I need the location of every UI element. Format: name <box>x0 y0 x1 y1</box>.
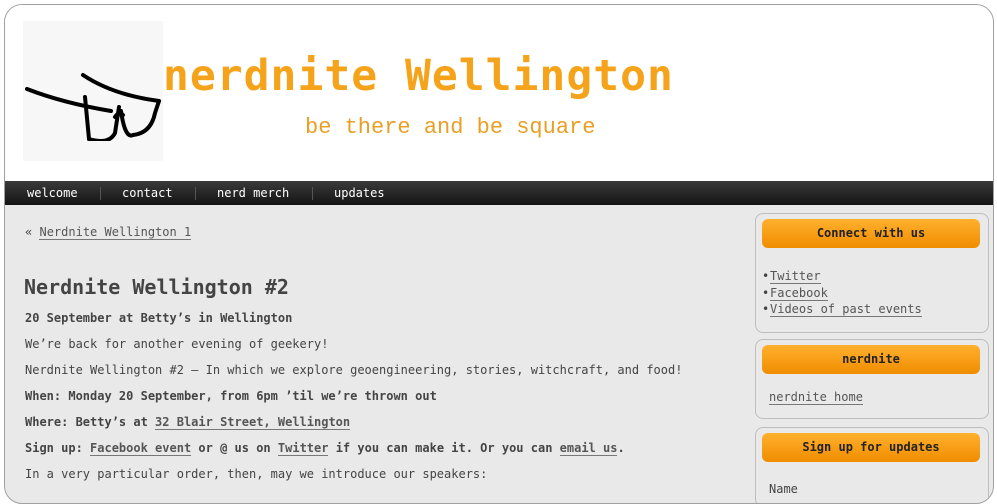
logo[interactable] <box>23 21 163 161</box>
nerdnite-home-link[interactable]: nerdnite home <box>769 390 863 405</box>
nav-item-contact[interactable]: contact <box>122 181 173 205</box>
facebook-event-link[interactable]: Facebook event <box>90 441 192 456</box>
list-item: •Videos of past events <box>762 301 922 318</box>
nav-divider <box>195 187 196 200</box>
bullet-icon: • <box>762 302 770 316</box>
list-item: •Twitter <box>762 268 922 285</box>
nerdnite-home-row: nerdnite home <box>769 390 863 405</box>
post-title: Nerdnite Wellington #2 <box>24 275 289 299</box>
site-title[interactable]: nerdnite Wellington <box>163 51 674 101</box>
post-intro: We’re back for another evening of geeker… <box>25 337 329 351</box>
widget-signup: Sign up for updates Name <box>755 427 989 503</box>
bullet-icon: • <box>762 269 770 283</box>
post-summary: Nerdnite Wellington #2 – In which we exp… <box>25 363 683 377</box>
post-speakers-intro: In a very particular order, then, may we… <box>25 467 488 481</box>
previous-post-nav: « Nerdnite Wellington 1 <box>25 225 192 240</box>
bullet-icon: • <box>762 285 770 300</box>
post-signup: Sign up: Facebook event or @ us on Twitt… <box>25 441 625 456</box>
signup-text: or @ us on <box>191 441 278 455</box>
where-label: Where: Betty’s at <box>25 415 156 429</box>
widget-nerdnite: nerdnite nerdnite home <box>755 339 989 419</box>
page-frame: nerdnite Wellington be there and be squa… <box>4 4 994 504</box>
nav-divider <box>100 187 101 200</box>
nav-item-nerd-merch[interactable]: nerd merch <box>217 181 289 205</box>
previous-arrow: « <box>25 225 33 239</box>
glasses-logo-icon <box>25 73 161 141</box>
signup-text: if you can make it. Or you can <box>328 441 560 455</box>
list-item: •Facebook <box>762 285 922 302</box>
site-header: nerdnite Wellington be there and be squa… <box>5 5 993 181</box>
facebook-sidebar-link[interactable]: Facebook <box>770 285 828 301</box>
email-us-link[interactable]: email us <box>559 441 618 456</box>
widget-title: Connect with us <box>762 219 980 248</box>
name-field-label: Name <box>769 482 798 496</box>
twitter-link[interactable]: Twitter <box>277 441 329 456</box>
widget-title: nerdnite <box>762 345 980 374</box>
videos-link[interactable]: Videos of past events <box>770 302 922 317</box>
connect-links-list: •Twitter •Facebook •Videos of past event… <box>762 268 922 318</box>
nav-item-welcome[interactable]: welcome <box>27 181 78 205</box>
signup-text: . <box>617 441 625 455</box>
post-where: Where: Betty’s at 32 Blair Street, Welli… <box>25 415 351 430</box>
venue-address-link[interactable]: 32 Blair Street, Wellington <box>155 415 351 430</box>
nav-item-updates[interactable]: updates <box>334 181 385 205</box>
widget-title: Sign up for updates <box>762 433 980 462</box>
previous-post-link[interactable]: Nerdnite Wellington 1 <box>39 225 192 240</box>
twitter-sidebar-link[interactable]: Twitter <box>770 269 821 284</box>
nav-divider <box>312 187 313 200</box>
main-nav: welcome contact nerd merch updates <box>5 181 993 205</box>
signup-label: Sign up: <box>25 441 91 455</box>
post-content: « Nerdnite Wellington 1 Nerdnite Welling… <box>5 205 751 503</box>
widget-connect: Connect with us •Twitter •Facebook •Vide… <box>755 213 989 333</box>
site-tagline: be there and be square <box>305 115 596 140</box>
post-subtitle: 20 September at Betty’s in Wellington <box>25 311 293 325</box>
post-when: When: Monday 20 September, from 6pm ’til… <box>25 389 437 403</box>
